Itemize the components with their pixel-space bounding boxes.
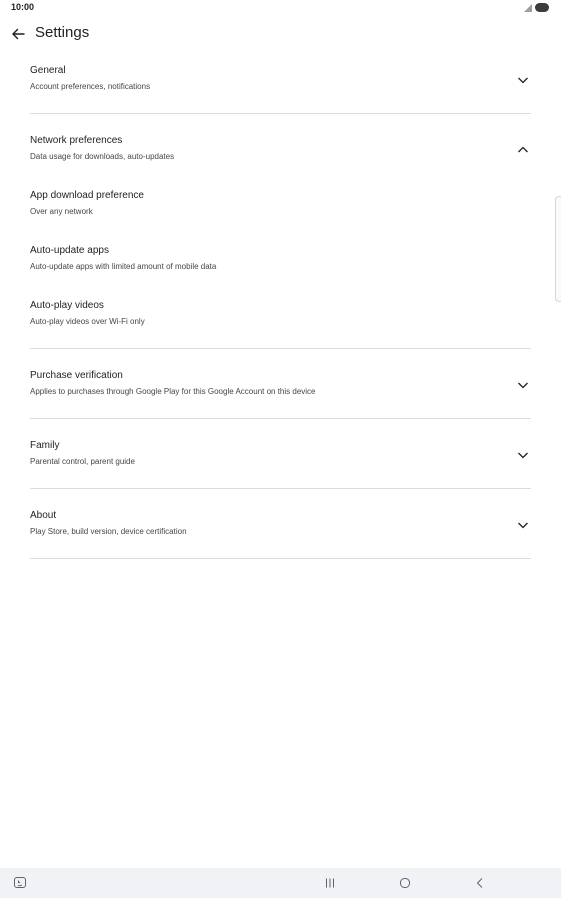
chevron-down-icon xyxy=(518,522,528,529)
item-title: Family xyxy=(30,440,60,451)
system-nav-bar xyxy=(0,868,561,898)
recents-icon[interactable] xyxy=(324,877,336,889)
item-title: Network preferences xyxy=(30,135,123,146)
chevron-down-icon xyxy=(518,382,528,389)
page-title: Settings xyxy=(35,24,90,41)
arrow-left-icon xyxy=(12,28,25,40)
section-general[interactable]: General Account preferences, notificatio… xyxy=(30,55,531,110)
nav-back-icon[interactable] xyxy=(474,877,486,889)
setting-auto-update-apps[interactable]: Auto-update apps Auto-update apps with l… xyxy=(30,235,531,290)
status-bar: 10:00 xyxy=(0,0,561,16)
settings-list: General Account preferences, notificatio… xyxy=(0,55,561,559)
item-subtitle: Play Store, build version, device certif… xyxy=(30,527,187,536)
item-subtitle: Applies to purchases through Google Play… xyxy=(30,387,316,396)
chevron-down-icon xyxy=(518,77,528,84)
item-subtitle: Data usage for downloads, auto-updates xyxy=(30,152,175,161)
edge-panel-handle[interactable] xyxy=(555,196,561,302)
item-title: App download preference xyxy=(30,190,144,201)
section-network-preferences[interactable]: Network preferences Data usage for downl… xyxy=(30,125,531,180)
back-button[interactable] xyxy=(8,24,28,44)
item-title: Auto-play videos xyxy=(30,300,104,311)
battery-icon xyxy=(535,3,549,12)
item-subtitle: Auto-play videos over Wi-Fi only xyxy=(30,317,145,326)
item-title: Purchase verification xyxy=(30,370,123,381)
divider xyxy=(30,558,531,559)
setting-app-download-preference[interactable]: App download preference Over any network xyxy=(30,180,531,235)
section-family[interactable]: Family Parental control, parent guide xyxy=(30,430,531,485)
top-app-bar: Settings xyxy=(0,18,561,50)
item-subtitle: Parental control, parent guide xyxy=(30,457,135,466)
item-subtitle: Account preferences, notifications xyxy=(30,82,151,91)
home-icon[interactable] xyxy=(399,877,411,889)
item-title: General xyxy=(30,65,66,76)
section-about[interactable]: About Play Store, build version, device … xyxy=(30,500,531,555)
apps-icon[interactable] xyxy=(13,876,27,890)
chevron-down-icon xyxy=(518,452,528,459)
chevron-up-icon xyxy=(518,146,528,153)
item-title: About xyxy=(30,510,57,521)
item-subtitle: Over any network xyxy=(30,207,93,216)
item-subtitle: Auto-update apps with limited amount of … xyxy=(30,262,217,271)
setting-auto-play-videos[interactable]: Auto-play videos Auto-play videos over W… xyxy=(30,290,531,345)
status-icons xyxy=(524,3,549,12)
signal-icon xyxy=(524,3,532,12)
section-purchase-verification[interactable]: Purchase verification Applies to purchas… xyxy=(30,360,531,415)
item-title: Auto-update apps xyxy=(30,245,109,256)
status-time: 10:00 xyxy=(11,2,35,12)
